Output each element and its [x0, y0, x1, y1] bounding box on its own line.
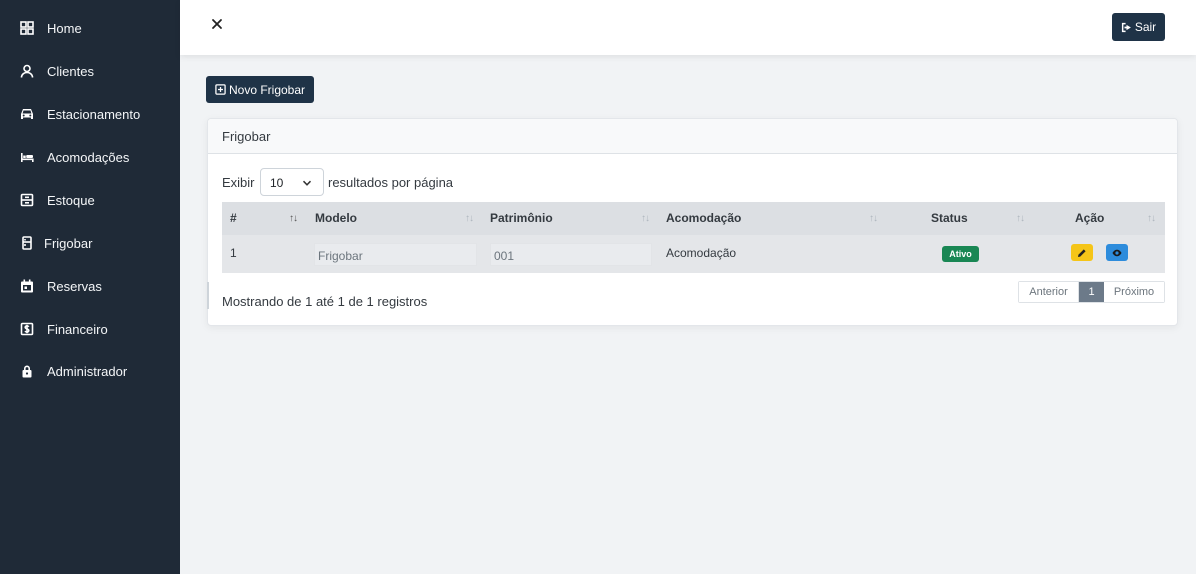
sidebar-item-acomodacoes[interactable]: Acomodações	[0, 139, 180, 175]
user-icon	[20, 64, 34, 78]
sidebar: Home Clientes Estacionamento Acomodações…	[0, 0, 180, 574]
frigobar-card: Frigobar Exibir 10 resultados por página…	[207, 118, 1178, 326]
cell-id: 1	[230, 246, 237, 260]
sort-icon[interactable]: ↑↓	[465, 213, 474, 224]
pagination-next[interactable]: Próximo	[1104, 282, 1164, 302]
edit-button[interactable]	[1071, 244, 1093, 261]
sidebar-item-administrador[interactable]: Administrador	[0, 353, 180, 389]
logout-button[interactable]: Sair	[1112, 13, 1165, 41]
sidebar-item-label: Clientes	[47, 63, 94, 79]
sidebar-item-label: Estacionamento	[47, 106, 141, 122]
sort-icon[interactable]: ↑↓	[1147, 213, 1156, 224]
sidebar-item-financeiro[interactable]: Financeiro	[0, 311, 180, 347]
cell-modelo: Frigobar	[314, 243, 477, 266]
column-header-acomodacao[interactable]: Acomodação	[666, 211, 741, 225]
sidebar-item-label: Reservas	[47, 278, 102, 294]
chevron-down-icon	[302, 180, 312, 186]
cell-patrimonio: 001	[490, 243, 652, 266]
logout-icon	[1121, 22, 1132, 33]
sidebar-item-label: Financeiro	[47, 321, 108, 337]
box-icon	[20, 193, 34, 207]
sidebar-item-label: Administrador	[47, 363, 128, 379]
logout-label: Sair	[1134, 20, 1157, 34]
bed-icon	[20, 150, 34, 164]
column-header-acao[interactable]: Ação	[1075, 211, 1104, 225]
page-length-value: 10	[270, 176, 284, 190]
new-frigobar-label: Novo Frigobar	[228, 82, 306, 97]
pagination: Anterior 1 Próximo	[1018, 281, 1165, 303]
money-icon	[20, 322, 34, 336]
sidebar-item-clientes[interactable]: Clientes	[0, 53, 180, 89]
plus-square-icon	[215, 84, 226, 95]
card-title: Frigobar	[222, 129, 271, 144]
length-suffix: resultados por página	[328, 175, 454, 190]
fridge-icon	[20, 236, 34, 250]
sidebar-item-label: Estoque	[47, 192, 95, 208]
sidebar-item-label: Home	[47, 20, 82, 36]
status-badge: Ativo	[942, 246, 979, 262]
car-icon	[20, 107, 34, 121]
column-header-patrimonio[interactable]: Patrimônio	[490, 211, 553, 225]
length-prefix: Exibir	[222, 175, 255, 190]
sort-icon[interactable]: ↑↓	[869, 213, 878, 224]
close-icon[interactable]	[208, 15, 226, 33]
pencil-icon	[1078, 248, 1086, 257]
sidebar-item-label: Acomodações	[47, 149, 130, 165]
pagination-page-1[interactable]: 1	[1079, 282, 1104, 302]
grid-icon	[20, 21, 34, 35]
page-length-select[interactable]: 10	[260, 168, 324, 196]
view-button[interactable]	[1106, 244, 1128, 261]
table-info: Mostrando de 1 até 1 de 1 registros	[222, 294, 428, 309]
new-frigobar-button[interactable]: Novo Frigobar	[206, 76, 314, 103]
sidebar-item-estacionamento[interactable]: Estacionamento	[0, 96, 180, 132]
sort-icon[interactable]: ↑↓	[641, 213, 650, 224]
sort-icon[interactable]: ↑↓	[1016, 213, 1025, 224]
column-header-modelo[interactable]: Modelo	[315, 211, 357, 225]
topbar: Sair	[180, 0, 1196, 55]
sidebar-item-reservas[interactable]: Reservas	[0, 268, 180, 304]
info-divider	[207, 282, 209, 309]
sidebar-item-frigobar[interactable]: Frigobar	[0, 225, 180, 261]
sidebar-item-label: Frigobar	[44, 235, 93, 251]
table-header: # ↑↓ Modelo ↑↓ Patrimônio ↑↓ Acomodação …	[222, 202, 1165, 235]
card-header: Frigobar	[208, 119, 1177, 154]
lock-icon	[20, 364, 34, 378]
sidebar-item-estoque[interactable]: Estoque	[0, 182, 180, 218]
table-row: 1 Frigobar 001 Acomodação Ativo	[222, 235, 1165, 273]
eye-icon	[1112, 249, 1122, 256]
sort-asc-icon[interactable]: ↑↓	[289, 213, 298, 224]
calendar-icon	[20, 279, 34, 293]
pagination-previous[interactable]: Anterior	[1019, 282, 1079, 302]
cell-acomodacao: Acomodação	[666, 246, 737, 260]
column-header-status[interactable]: Status	[931, 211, 968, 225]
sidebar-item-home[interactable]: Home	[0, 10, 180, 46]
column-header-id[interactable]: #	[230, 211, 237, 225]
